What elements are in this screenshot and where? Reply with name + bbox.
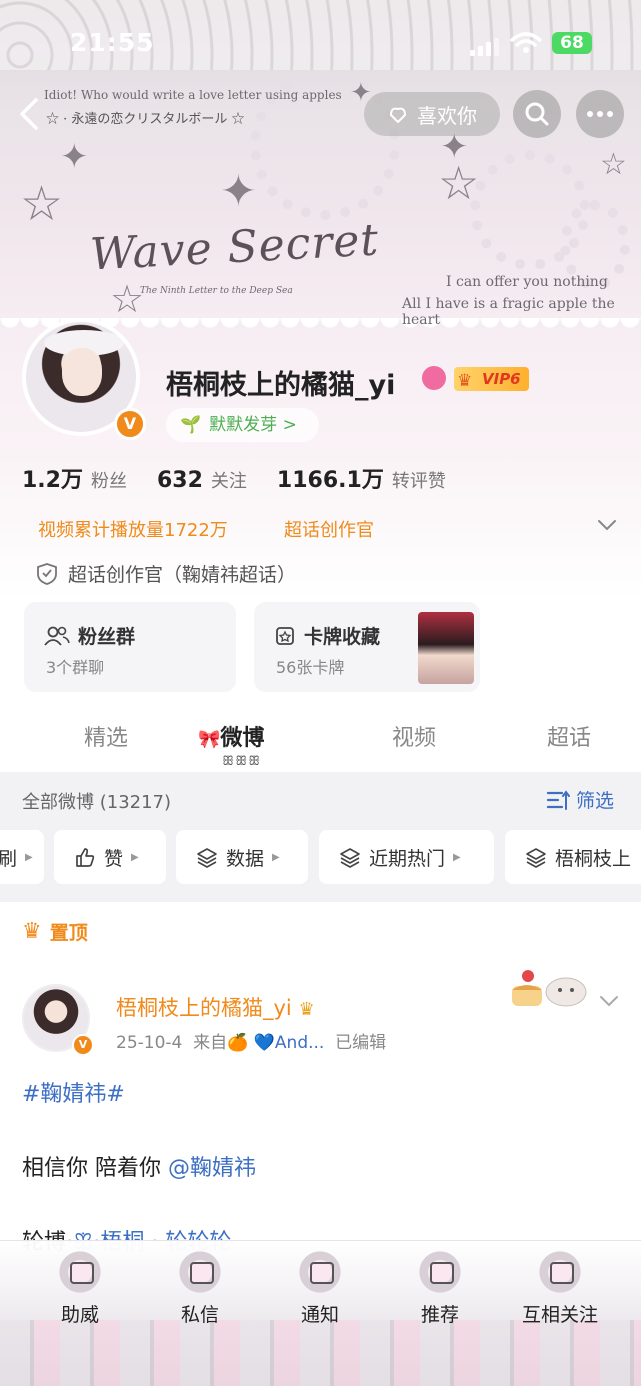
fan-group-title: 粉丝群 — [78, 626, 136, 648]
like-you-button[interactable]: 喜欢你 — [364, 92, 500, 136]
crown-icon: ♛ — [22, 919, 42, 944]
cheer-button[interactable]: 助威 — [32, 1250, 128, 1327]
pinned-label: ♛ 置顶 — [22, 919, 88, 944]
cheer-icon — [54, 1250, 106, 1294]
layers-icon — [526, 848, 546, 868]
back-button[interactable] — [14, 96, 46, 132]
recommend-button[interactable]: 推荐 — [392, 1250, 488, 1327]
verified-v-badge: V — [72, 1034, 94, 1056]
sprout-level-link[interactable]: 🌱 默默发芽 > — [166, 408, 319, 442]
banner-title: Wave Secret — [88, 214, 381, 281]
banner-quote-line1: I can offer you nothing — [446, 274, 608, 290]
card-thumbnail-image — [418, 612, 474, 684]
engagement-stat[interactable]: 1166.1万 转评赞 — [277, 462, 446, 494]
tab-featured[interactable]: 精选 — [84, 720, 128, 752]
mention-link[interactable]: @鞠婧祎 — [168, 1156, 256, 1181]
profile-username: 梧桐枝上的橘猫_yi — [166, 370, 396, 401]
vip-badge[interactable]: ♛ VIP6 — [454, 367, 529, 391]
crown-icon: ♛ — [298, 999, 315, 1020]
star-icon: ☆ — [600, 147, 627, 182]
following-stat[interactable]: 632 关注 — [157, 467, 247, 493]
people-icon — [44, 626, 70, 646]
filter-chip-data[interactable]: 数据 ▶ — [176, 830, 308, 884]
post-hashtag[interactable]: #鞠婧祎# — [22, 1076, 125, 1108]
post-body: 相信你 陪着你 @鞠婧祎 — [22, 1156, 257, 1181]
filter-button[interactable]: 筛选 — [546, 786, 614, 813]
chevron-down-icon[interactable] — [596, 514, 618, 536]
super-topic-icon[interactable] — [422, 366, 446, 390]
card-star-icon — [276, 626, 294, 645]
filter-chip-partial[interactable]: 刷 ▶ — [0, 830, 44, 884]
recommend-icon — [414, 1250, 466, 1294]
tab-active-indicator: ꕥꕥꕥ — [222, 754, 262, 769]
notify-button[interactable]: 通知 — [272, 1250, 368, 1327]
star-icon: ☆ — [110, 277, 145, 321]
star-icon: ✦ — [60, 137, 89, 177]
search-icon — [525, 102, 549, 126]
message-button[interactable]: 私信 — [152, 1250, 248, 1327]
cake-sticker-icon — [512, 970, 587, 1007]
wifi-icon — [510, 32, 542, 53]
super-creator-info: 超话创作官（鞠婧祎超话） — [36, 560, 296, 587]
filter-chip-trending[interactable]: 近期热门 ▶ — [319, 830, 494, 884]
cellular-signal-icon — [470, 38, 499, 56]
shield-icon — [37, 562, 57, 585]
more-dots-icon — [587, 111, 613, 117]
card-collection-title: 卡牌收藏 — [304, 626, 381, 648]
status-bar: 21:55 68 — [0, 28, 641, 62]
post-author-name[interactable]: 梧桐枝上的橘猫_yi ♛ — [116, 992, 315, 1022]
profile-stats: 1.2万 粉丝 632 关注 1166.1万 转评赞 — [22, 462, 446, 494]
like-you-label: 喜欢你 — [417, 103, 477, 128]
all-weibo-count: 全部微博 (13217) — [22, 792, 172, 813]
battery-indicator: 68 — [552, 32, 592, 54]
mutual-follow-button[interactable]: 互相关注 — [512, 1250, 608, 1327]
followers-stat[interactable]: 1.2万 粉丝 — [22, 462, 127, 494]
card-collection-card[interactable]: 卡牌收藏 56张卡牌 — [254, 602, 480, 692]
bottom-toolbar-decoration — [0, 1320, 641, 1386]
star-icon: ✦ — [220, 166, 257, 217]
filter-chip-likes[interactable]: 赞 ▶ — [54, 830, 166, 884]
search-button[interactable] — [513, 90, 561, 138]
tab-super-topic[interactable]: 超话 — [547, 720, 591, 752]
banner-top-text: Idiot! Who would write a love letter usi… — [44, 88, 342, 102]
sprout-icon: 🌱 — [180, 415, 202, 435]
super-creator-text: 超话创作官（鞠婧祎超话） — [68, 564, 297, 586]
message-icon — [174, 1250, 226, 1294]
bell-icon — [294, 1250, 346, 1294]
super-creator-label[interactable]: 超话创作官 — [284, 516, 374, 542]
thumbs-up-icon — [76, 848, 95, 867]
tab-weibo[interactable]: 🎀微博 — [198, 720, 264, 752]
tab-video[interactable]: 视频 — [392, 720, 436, 752]
banner-quote-line2: All I have is a fragic apple the heart — [402, 296, 615, 328]
filter-icon — [546, 789, 570, 810]
status-time: 21:55 — [70, 28, 155, 57]
more-options-button[interactable] — [576, 90, 624, 138]
mutual-follow-icon — [534, 1250, 586, 1294]
card-collection-count: 56张卡牌 — [276, 658, 345, 677]
bow-icon: 🎀 — [198, 729, 221, 750]
hand-heart-icon — [390, 107, 406, 123]
verified-v-badge: V — [114, 408, 146, 440]
star-icon: ☆ — [20, 176, 64, 232]
layers-icon — [340, 848, 360, 868]
video-plays-label[interactable]: 视频累计播放量1722万 — [38, 516, 228, 542]
banner-sub-text: ☆ · 永遠の恋クリスタルボール ☆ — [46, 112, 245, 127]
fan-group-count: 3个群聊 — [46, 658, 105, 677]
fan-group-card[interactable]: 粉丝群 3个群聊 — [24, 602, 236, 692]
banner-subtitle: The Ninth Letter to the Deep Sea — [140, 286, 293, 296]
layers-icon — [197, 848, 217, 868]
crown-icon: ♛ — [457, 371, 473, 391]
filter-chip-user[interactable]: 梧桐枝上 — [505, 830, 641, 884]
post-options-chevron-icon[interactable] — [598, 990, 620, 1012]
post-meta: 25-10-4 来自🍊 💙And... 已编辑 — [116, 1033, 387, 1053]
